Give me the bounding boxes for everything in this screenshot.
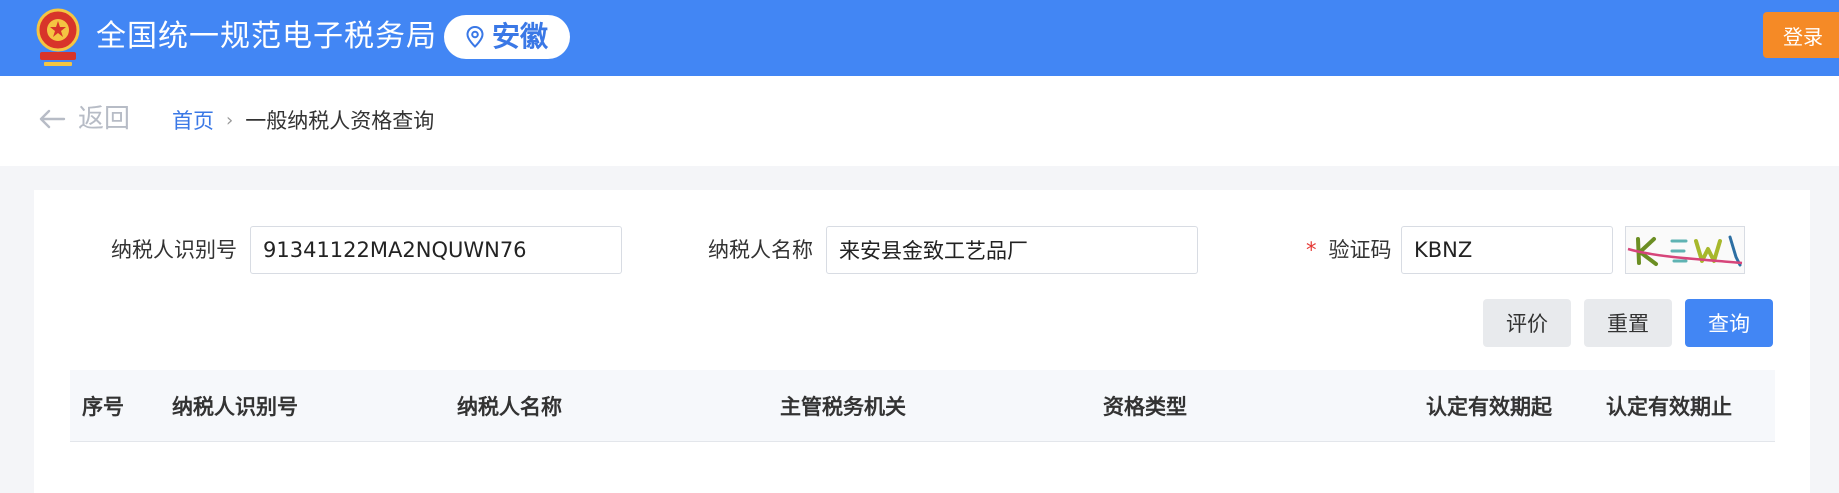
tax-emblem-icon bbox=[36, 8, 80, 66]
breadcrumb-bar: 返回 首页 › 一般纳税人资格查询 bbox=[0, 76, 1839, 166]
query-button[interactable]: 查询 bbox=[1685, 299, 1773, 347]
column-header: 序号 bbox=[82, 395, 124, 419]
region-selector[interactable]: 安徽 bbox=[444, 15, 570, 59]
taxpayer-name-label: 纳税人名称 bbox=[708, 238, 813, 262]
back-button[interactable]: 返回 bbox=[38, 104, 130, 134]
result-table-header: 序号 纳税人识别号 纳税人名称 主管税务机关 资格类型 认定有效期起 认定有效期… bbox=[70, 370, 1775, 442]
captcha-glyphs-icon bbox=[1627, 235, 1743, 267]
taxpayer-id-input[interactable]: 91341122MA2NQUWN76 bbox=[250, 226, 622, 274]
column-header: 认定有效期起 bbox=[1426, 395, 1552, 419]
column-header: 认定有效期止 bbox=[1606, 395, 1732, 419]
column-header: 主管税务机关 bbox=[780, 395, 906, 419]
site-title: 全国统一规范电子税务局 bbox=[96, 19, 437, 54]
location-pin-icon bbox=[466, 26, 484, 48]
top-header: 全国统一规范电子税务局 安徽 登录 bbox=[0, 0, 1839, 76]
login-button[interactable]: 登录 bbox=[1763, 12, 1839, 58]
column-header: 纳税人名称 bbox=[457, 395, 562, 419]
taxpayer-id-label: 纳税人识别号 bbox=[111, 238, 237, 262]
breadcrumb: 首页 › 一般纳税人资格查询 bbox=[172, 108, 434, 134]
arrow-left-icon bbox=[39, 109, 66, 129]
column-header: 资格类型 bbox=[1103, 395, 1187, 419]
captcha-image[interactable] bbox=[1625, 226, 1745, 274]
breadcrumb-separator: › bbox=[226, 110, 234, 131]
column-header: 纳税人识别号 bbox=[172, 395, 298, 419]
query-panel: 纳税人识别号 91341122MA2NQUWN76 纳税人名称 来安县金致工艺品… bbox=[34, 190, 1810, 493]
evaluate-button[interactable]: 评价 bbox=[1483, 299, 1571, 347]
breadcrumb-home-link[interactable]: 首页 bbox=[172, 108, 214, 134]
reset-button[interactable]: 重置 bbox=[1584, 299, 1672, 347]
captcha-label: * 验证码 bbox=[1306, 237, 1392, 263]
captcha-label-text: 验证码 bbox=[1328, 238, 1392, 262]
breadcrumb-current: 一般纳税人资格查询 bbox=[245, 109, 435, 133]
required-mark: * bbox=[1306, 238, 1317, 262]
back-label: 返回 bbox=[78, 104, 131, 134]
captcha-input[interactable]: KBNZ bbox=[1401, 226, 1613, 274]
taxpayer-name-input[interactable]: 来安县金致工艺品厂 bbox=[826, 226, 1198, 274]
region-name: 安徽 bbox=[491, 20, 548, 53]
